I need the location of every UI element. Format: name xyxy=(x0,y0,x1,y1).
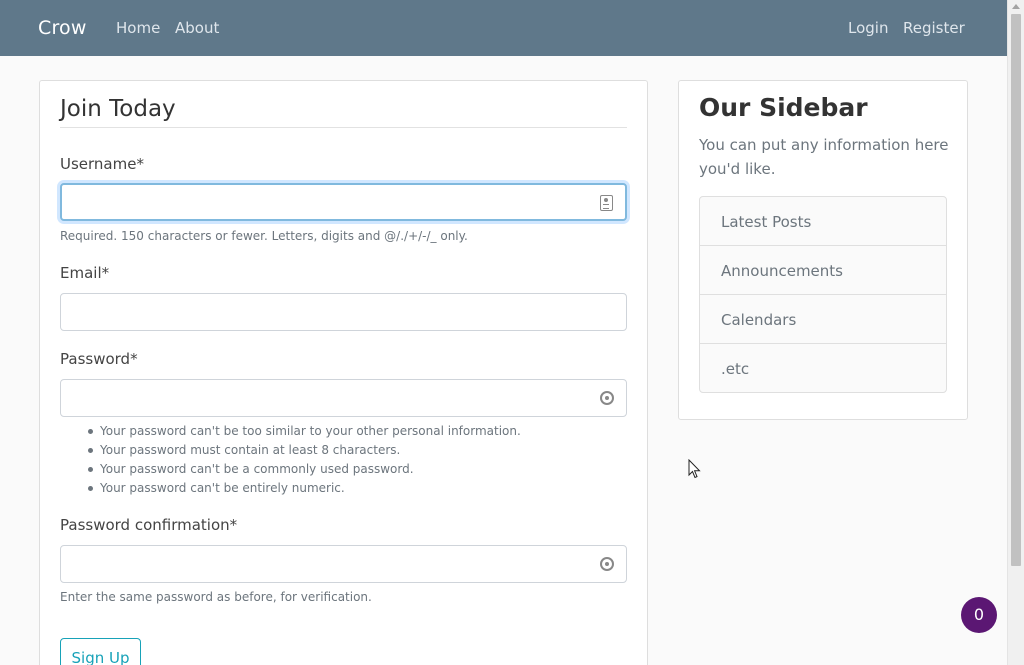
password-rule-item: Your password can't be entirely numeric. xyxy=(88,481,521,500)
mouse-cursor-icon xyxy=(688,459,701,479)
password-rules-list: Your password can't be too similar to yo… xyxy=(88,424,521,500)
username-label: Username* xyxy=(60,155,144,173)
top-navbar: Crow Home About Login Register xyxy=(0,0,1007,56)
vertical-scrollbar[interactable] xyxy=(1007,0,1024,665)
sidebar-item-announcements[interactable]: Announcements xyxy=(700,246,946,295)
legend-divider xyxy=(60,127,627,128)
notification-count-badge[interactable]: 0 xyxy=(961,597,997,633)
password-rule-item: Your password can't be too similar to yo… xyxy=(88,424,521,443)
nav-about-link[interactable]: About xyxy=(175,19,219,37)
password-label: Password* xyxy=(60,350,138,368)
username-input[interactable] xyxy=(60,183,627,221)
brand-link[interactable]: Crow xyxy=(38,17,87,39)
sidebar-item-etc[interactable]: .etc xyxy=(700,344,946,392)
sidebar-item-latest-posts[interactable]: Latest Posts xyxy=(700,197,946,246)
form-legend: Join Today xyxy=(60,96,176,122)
nav-home-link[interactable]: Home xyxy=(116,19,160,37)
sidebar-lead-text: You can put any information here you'd l… xyxy=(699,136,949,178)
email-label: Email* xyxy=(60,264,110,282)
sidebar-item-calendars[interactable]: Calendars xyxy=(700,295,946,344)
password-confirm-help-text: Enter the same password as before, for v… xyxy=(60,590,372,604)
nav-register-link[interactable]: Register xyxy=(903,19,965,37)
username-help-text: Required. 150 characters or fewer. Lette… xyxy=(60,229,468,243)
nav-login-link[interactable]: Login xyxy=(848,19,888,37)
password-confirm-input[interactable] xyxy=(60,545,627,583)
password-rule-item: Your password can't be a commonly used p… xyxy=(88,462,521,481)
email-input[interactable] xyxy=(60,293,627,331)
password-confirm-label: Password confirmation* xyxy=(60,516,238,534)
password-manager-icon[interactable] xyxy=(600,391,614,405)
sidebar-title: Our Sidebar xyxy=(699,93,868,122)
scrollbar-thumb[interactable] xyxy=(1011,14,1021,566)
scroll-up-arrow-icon[interactable] xyxy=(1012,4,1020,9)
sign-up-button[interactable]: Sign Up xyxy=(60,638,141,665)
password-manager-icon[interactable] xyxy=(600,557,614,571)
sidebar-list: Latest Posts Announcements Calendars .et… xyxy=(699,196,947,393)
password-rule-item: Your password must contain at least 8 ch… xyxy=(88,443,521,462)
password-input[interactable] xyxy=(60,379,627,417)
contact-card-icon[interactable] xyxy=(600,195,613,211)
